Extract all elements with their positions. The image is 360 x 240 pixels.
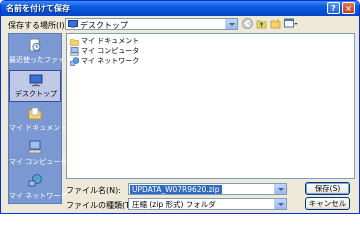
places-bar: 最近使ったファイル デスクトップ マイ ドキュメント マイ コンピュータ マイ … [8,33,72,204]
list-item-label: マイ ドキュメント [81,37,140,45]
back-icon[interactable] [242,18,253,29]
my-network-icon [70,57,79,66]
filetype-value: 圧縮 (zip 形式) フォルダ [132,200,216,209]
help-button[interactable]: ? [327,2,340,14]
filename-label: ファイル名(N): [66,186,121,195]
filetype-label: ファイルの種類(T): [66,201,136,210]
place-my-network[interactable]: マイ ネットワーク [9,172,68,204]
place-my-documents-label: マイ ドキュメント [9,124,68,132]
save-in-label: 保存する場所(I): [8,21,68,30]
save-as-dialog: 名前を付けて保存 ? × 保存する場所(I): デスクトップ 最近使ったファイル… [0,0,360,214]
save-button[interactable]: 保存(S) [305,182,350,195]
desktop-icon [29,74,43,87]
filename-input[interactable]: UPDATA_W07R9620.zip [128,183,287,195]
desktop-icon [68,20,78,28]
place-my-network-label: マイ ネットワーク [9,192,68,200]
up-folder-icon[interactable] [256,18,267,29]
my-computer-icon [28,140,42,154]
chevron-down-icon[interactable] [274,199,286,209]
title-bar[interactable]: 名前を付けて保存 ? × [1,1,359,16]
my-documents-icon [28,107,42,120]
file-list[interactable]: マイ ドキュメント マイ コンピュータ マイ ネットワーク [66,33,355,179]
list-item-label: マイ コンピュータ [81,47,140,55]
place-recent-label: 最近使ったファイル [9,56,72,64]
list-item-label: マイ ネットワーク [81,57,140,65]
close-button[interactable]: × [342,2,355,14]
place-my-computer[interactable]: マイ コンピュータ [9,138,68,170]
place-my-computer-label: マイ コンピュータ [9,158,68,166]
place-recent[interactable]: 最近使ったファイル [9,36,72,68]
chevron-down-icon[interactable] [274,184,286,194]
my-computer-icon [70,47,79,56]
view-menu-icon[interactable] [284,18,298,29]
new-folder-icon[interactable] [270,18,281,29]
place-my-documents[interactable]: マイ ドキュメント [9,104,68,136]
cancel-button[interactable]: キャンセル [305,197,350,210]
place-desktop[interactable]: デスクトップ [9,70,61,102]
filetype-dropdown[interactable]: 圧縮 (zip 形式) フォルダ [128,198,287,210]
filename-value: UPDATA_W07R9620.zip [130,185,222,194]
dialog-title: 名前を付けて保存 [6,4,70,13]
save-in-value: デスクトップ [80,21,128,30]
place-desktop-label: デスクトップ [15,90,57,98]
my-documents-icon [70,39,79,46]
save-in-dropdown[interactable]: デスクトップ [65,18,238,30]
recent-documents-icon [29,38,41,52]
chevron-down-icon[interactable] [225,19,237,29]
my-network-icon [28,174,42,187]
